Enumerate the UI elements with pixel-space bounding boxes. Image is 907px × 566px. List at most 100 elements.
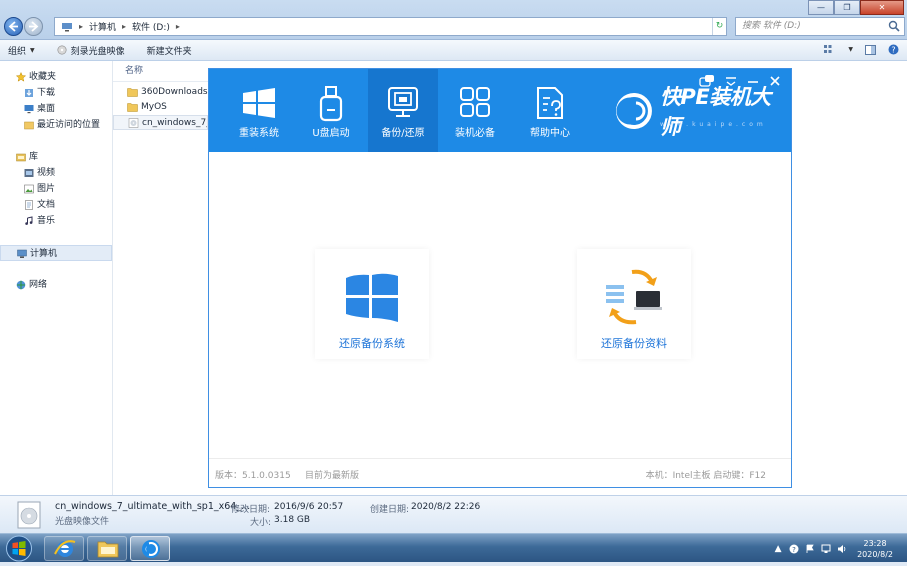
show-hidden-icons-icon[interactable]: ▲: [773, 544, 783, 554]
explorer-titlebar: ▸ 计算机 ▸ 软件 (D:) ▸ ↻ 搜索 软件 (D:) — ❐ ✕: [0, 0, 907, 40]
sidebar-label: 最近访问的位置: [37, 120, 101, 130]
sidebar-item-pictures[interactable]: 图片: [0, 181, 112, 197]
network-group: 网络: [0, 277, 112, 293]
computer-group: 计算机: [0, 245, 112, 261]
list-item[interactable]: MyOS: [113, 100, 208, 115]
sidebar-item-computer[interactable]: 计算机: [0, 245, 112, 261]
back-arrow-icon: [8, 21, 18, 32]
sidebar-label: 图片: [37, 184, 56, 194]
sidebar-label: 下载: [37, 88, 56, 98]
tab-label: U盘启动: [312, 128, 350, 139]
version-text: 版本：5.1.0.0315: [215, 471, 291, 481]
close-button[interactable]: ✕: [860, 0, 904, 15]
recent-places-icon: [24, 120, 34, 130]
view-options-icon[interactable]: [824, 44, 836, 55]
view-dropdown-icon[interactable]: ▼: [848, 46, 853, 53]
list-item[interactable]: cn_windows_7_ult: [113, 115, 208, 130]
brand-name: 快PE装机大师: [659, 85, 771, 139]
computer-icon: [62, 22, 72, 31]
tab-backup-restore[interactable]: 备份/还原: [368, 69, 438, 152]
brand-url: www.kuaipe.com: [660, 121, 767, 128]
svg-text:?: ?: [891, 45, 895, 54]
card-label: 还原备份资料: [601, 337, 667, 350]
data-restore-icon: [606, 269, 662, 325]
star-icon: [15, 71, 27, 82]
sidebar-item-favorites[interactable]: 收藏夹: [0, 69, 112, 85]
feedback-icon[interactable]: [699, 74, 715, 88]
burn-image-button[interactable]: 刻录光盘映像: [57, 44, 125, 57]
breadcrumb-computer[interactable]: 计算机: [89, 20, 116, 33]
preview-pane-icon[interactable]: [865, 44, 876, 55]
folder-icon: [127, 87, 138, 97]
sidebar-item-downloads[interactable]: 下载: [0, 85, 112, 101]
refresh-icon[interactable]: ↻: [712, 18, 726, 35]
taskbar-ie-button[interactable]: [44, 536, 84, 561]
tab-label: 帮助中心: [530, 128, 570, 139]
tab-help[interactable]: 帮助中心: [515, 69, 585, 152]
sidebar-item-videos[interactable]: 视频: [0, 165, 112, 181]
library-icon: [16, 152, 26, 162]
windows-start-icon: [6, 535, 32, 562]
restore-system-card[interactable]: 还原备份系统: [315, 249, 429, 359]
tab-usb-boot[interactable]: U盘启动: [296, 69, 366, 152]
tab-label: 备份/还原: [381, 128, 425, 139]
minimize-button[interactable]: —: [808, 0, 834, 15]
taskbar-clock[interactable]: 23:28 2020/8/2: [857, 538, 893, 560]
new-folder-button[interactable]: 新建文件夹: [147, 44, 192, 57]
command-bar: 组织 ▼ 刻录光盘映像 新建文件夹 ▼ ?: [0, 40, 907, 61]
disc-image-icon: [128, 118, 139, 128]
maximize-button[interactable]: ❐: [834, 0, 860, 15]
sidebar-label: 视频: [37, 168, 56, 178]
help-circle-icon[interactable]: ?: [789, 544, 799, 554]
start-button[interactable]: [4, 534, 34, 563]
action-center-flag-icon[interactable]: [805, 544, 815, 554]
minimize-icon[interactable]: [747, 74, 759, 88]
sidebar-item-libraries[interactable]: 库: [0, 149, 112, 165]
sidebar-item-network[interactable]: 网络: [0, 277, 112, 293]
burn-image-label: 刻录光盘映像: [70, 46, 125, 57]
music-icon: [24, 216, 34, 226]
search-input[interactable]: 搜索 软件 (D:): [735, 17, 905, 36]
menu-icon[interactable]: [725, 74, 737, 88]
close-icon[interactable]: [769, 74, 781, 88]
tab-reinstall[interactable]: 重装系统: [224, 69, 294, 152]
sidebar-item-music[interactable]: 音乐: [0, 213, 112, 229]
sidebar-label: 收藏夹: [29, 72, 57, 82]
sidebar-label: 网络: [29, 280, 48, 290]
backup-restore-icon: [388, 87, 418, 117]
restore-data-card[interactable]: 还原备份资料: [577, 249, 691, 359]
downloads-icon: [24, 88, 34, 98]
disc-icon: [57, 45, 67, 55]
clock-date: 2020/8/2: [857, 549, 893, 559]
column-header-name[interactable]: 名称: [113, 61, 208, 82]
libraries-group: 库 视频 图片 文档 音乐: [0, 149, 112, 229]
computer-icon: [17, 249, 27, 259]
created-value: 2020/8/2 22:26: [411, 502, 481, 512]
details-filename: cn_windows_7_ultimate_with_sp1_x64_...: [55, 501, 251, 512]
sidebar-label: 计算机: [30, 249, 58, 259]
address-bar[interactable]: ▸ 计算机 ▸ 软件 (D:) ▸ ↻: [54, 17, 727, 36]
breadcrumb-drive[interactable]: 软件 (D:): [132, 20, 170, 33]
taskbar-kuaipe-button[interactable]: [130, 536, 170, 561]
taskbar-explorer-button[interactable]: [87, 536, 127, 561]
tab-essentials[interactable]: 装机必备: [440, 69, 510, 152]
tab-label: 装机必备: [455, 128, 495, 139]
sidebar-item-recent[interactable]: 最近访问的位置: [0, 117, 112, 133]
volume-icon[interactable]: [837, 544, 847, 554]
sidebar-label: 桌面: [37, 104, 56, 114]
organize-button[interactable]: 组织 ▼: [8, 44, 35, 57]
clock-time: 23:28: [863, 538, 887, 548]
search-placeholder: 搜索 软件 (D:): [742, 21, 801, 31]
network-status-icon[interactable]: [821, 544, 831, 554]
size-value: 3.18 GB: [274, 515, 311, 525]
view-controls: ▼ ?: [824, 44, 899, 55]
sidebar-item-documents[interactable]: 文档: [0, 197, 112, 213]
list-item[interactable]: 360Downloads: [113, 85, 208, 100]
sidebar-item-desktop[interactable]: 桌面: [0, 101, 112, 117]
size-label: 大小:: [250, 518, 272, 528]
back-button[interactable]: [4, 17, 23, 36]
help-icon[interactable]: ?: [888, 44, 899, 55]
chevron-down-icon: ▼: [30, 46, 35, 54]
navigation-pane: 收藏夹 下载 桌面 最近访问的位置 库 视频 图片 文档 音乐 计算机 网络: [0, 61, 113, 495]
forward-button[interactable]: [24, 17, 43, 36]
